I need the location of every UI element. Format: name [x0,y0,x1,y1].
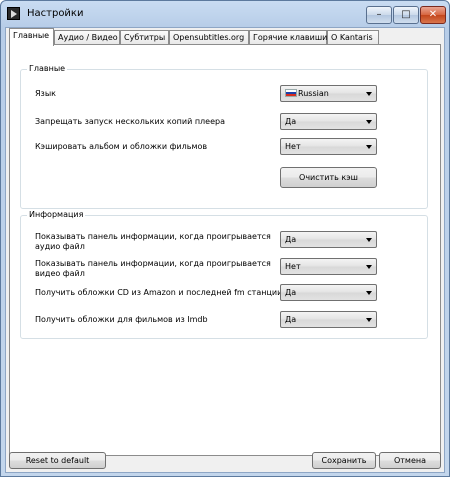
clear-cache-button[interactable]: Очистить кэш [280,167,377,188]
minimize-button[interactable]: – [366,6,392,24]
tab-panel-general: Главные Язык Russian Запрещать запуск не… [9,44,441,456]
cd-covers-label: Получить обложки CD из Amazon и последне… [35,288,283,297]
minimize-icon: – [376,9,382,20]
player-icon [7,7,20,20]
cache-select[interactable]: Нет [280,138,377,155]
chevron-down-icon [366,145,372,149]
settings-window: Настройки – □ ✕ Главные Аудио / Видео Су… [0,0,450,477]
chevron-down-icon [366,238,372,242]
audio-panel-label: Показывать панель информации, когда прои… [35,232,271,251]
multi-instance-value: Да [285,117,297,126]
cd-covers-select[interactable]: Да [280,284,377,301]
dialog-body: Главные Аудио / Видео Субтитры Opensubti… [5,27,445,473]
tab-subtitles[interactable]: Субтитры [120,30,169,45]
video-panel-select[interactable]: Нет [280,258,377,275]
tab-general[interactable]: Главные [9,28,54,46]
cd-covers-value: Да [285,288,297,297]
tab-audio-video[interactable]: Аудио / Видео [54,30,120,45]
cancel-button[interactable]: Отмена [379,452,441,469]
chevron-down-icon [366,92,372,96]
video-panel-label: Показывать панель информации, когда прои… [35,259,271,278]
language-label: Язык [35,89,56,98]
imdb-label: Получить обложки для фильмов из Imdb [35,315,208,324]
russia-flag-icon [285,89,297,97]
language-value: Russian [298,89,329,98]
imdb-value: Да [285,315,297,324]
save-button[interactable]: Сохранить [312,452,376,469]
multi-instance-select[interactable]: Да [280,113,377,130]
close-button[interactable]: ✕ [420,6,446,24]
tab-opensubtitles[interactable]: Opensubtitles.org [169,30,249,45]
cache-label: Кэшировать альбом и обложки фильмов [35,142,208,151]
close-icon: ✕ [428,9,438,20]
multi-instance-label: Запрещать запуск нескольких копий плеера [35,117,225,126]
chevron-down-icon [366,291,372,295]
maximize-button[interactable]: □ [393,6,419,24]
title-bar[interactable]: Настройки – □ ✕ [1,1,449,27]
tab-strip: Главные Аудио / Видео Субтитры Opensubti… [9,28,445,46]
info-legend: Информация [27,210,86,219]
chevron-down-icon [366,120,372,124]
tab-hotkeys[interactable]: Горячие клавиши [249,30,327,45]
cache-value: Нет [285,142,301,151]
audio-panel-select[interactable]: Да [280,231,377,248]
maximize-icon: □ [401,9,411,20]
language-select[interactable]: Russian [280,85,377,102]
video-panel-value: Нет [285,262,301,271]
tab-about[interactable]: О Kantaris [327,30,379,45]
audio-panel-value: Да [285,235,297,244]
imdb-select[interactable]: Да [280,311,377,328]
window-title: Настройки [27,8,84,19]
general-legend: Главные [27,64,68,73]
chevron-down-icon [366,318,372,322]
chevron-down-icon [366,265,372,269]
reset-default-button[interactable]: Reset to default [9,452,106,469]
